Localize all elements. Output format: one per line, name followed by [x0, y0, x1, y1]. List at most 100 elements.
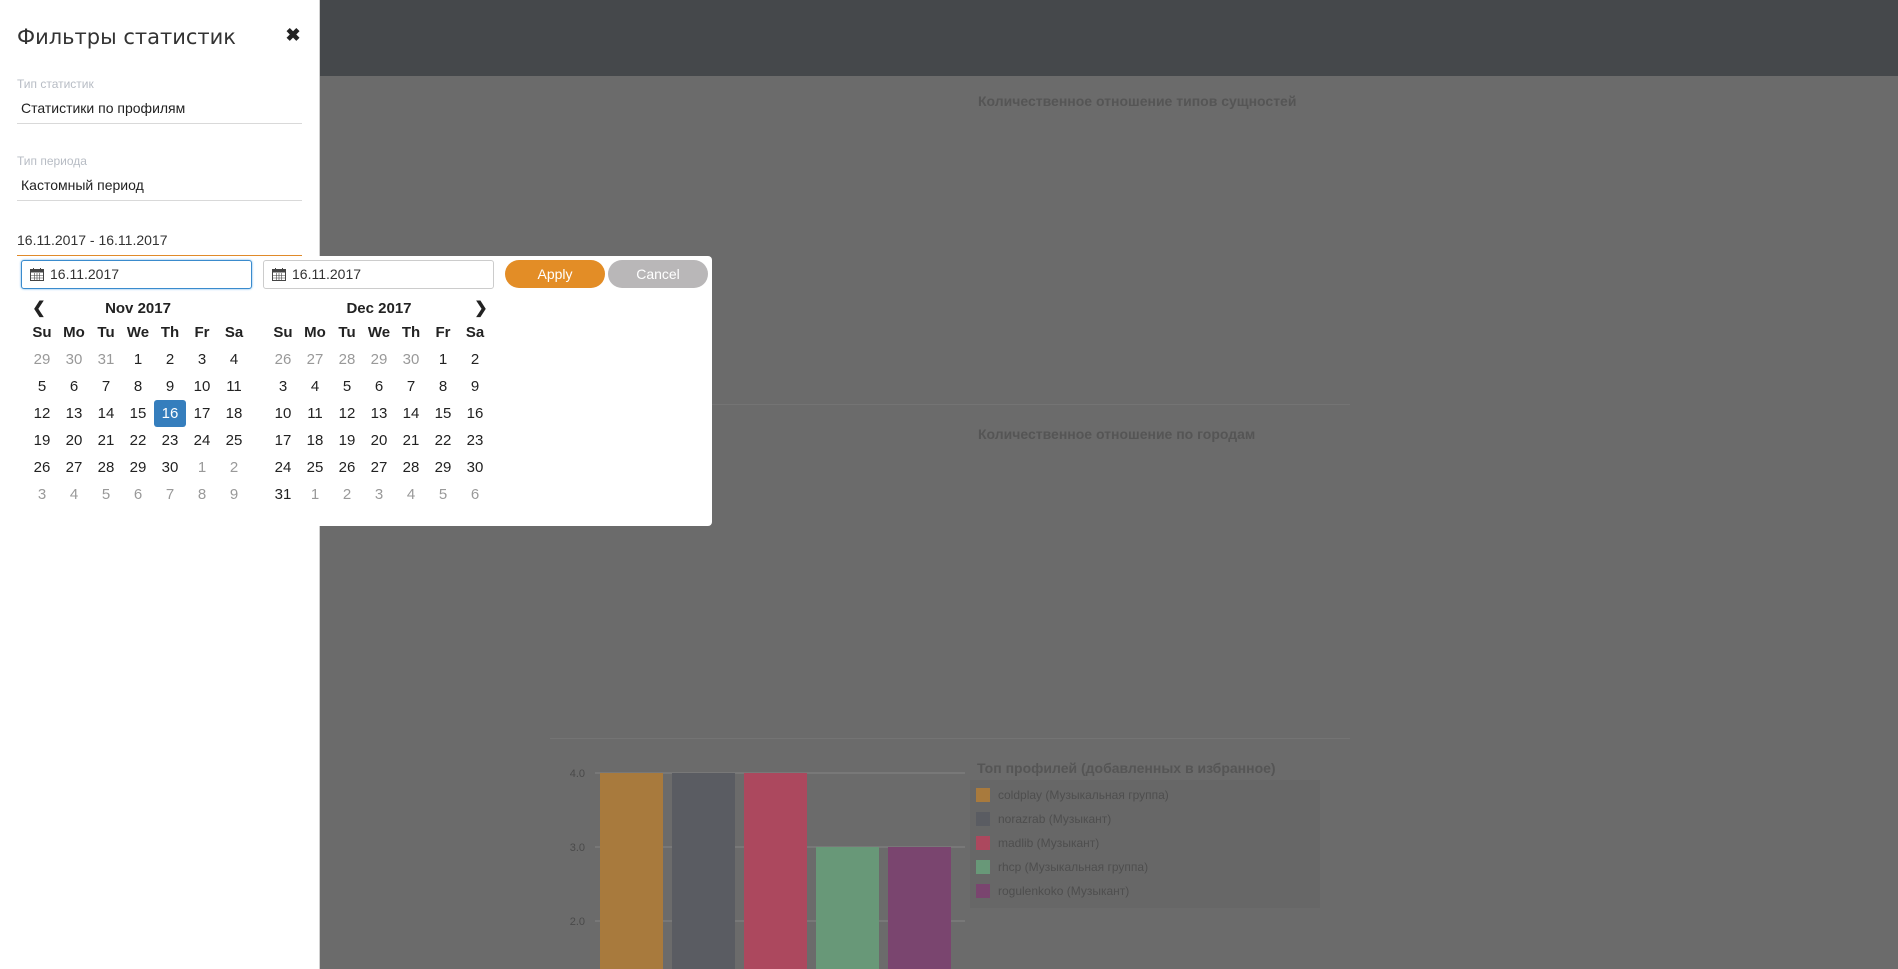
calendar-day[interactable]: 7 [154, 481, 186, 508]
calendar-day[interactable]: 1 [299, 481, 331, 508]
calendar-day[interactable]: 10 [267, 400, 299, 427]
apply-button[interactable]: Apply [505, 260, 605, 288]
calendar-day[interactable]: 31 [267, 481, 299, 508]
calendar-day[interactable]: 15 [122, 400, 154, 427]
calendar-day[interactable]: 18 [218, 400, 250, 427]
calendar-day[interactable]: 7 [395, 373, 427, 400]
calendar-day[interactable]: 2 [331, 481, 363, 508]
calendar-day[interactable]: 13 [58, 400, 90, 427]
calendar-day[interactable]: 5 [427, 481, 459, 508]
bar[interactable] [816, 847, 879, 969]
bar[interactable] [600, 773, 663, 969]
calendar-day[interactable]: 2 [218, 454, 250, 481]
calendar-day[interactable]: 15 [427, 400, 459, 427]
calendar-day[interactable]: 29 [363, 346, 395, 373]
stat-type-select[interactable]: Статистики по профилям [17, 96, 302, 124]
calendar-day[interactable]: 3 [26, 481, 58, 508]
calendar-day[interactable]: 14 [395, 400, 427, 427]
calendar-day[interactable]: 9 [218, 481, 250, 508]
calendar-day[interactable]: 22 [427, 427, 459, 454]
calendar-day[interactable]: 12 [26, 400, 58, 427]
bar[interactable] [744, 773, 807, 969]
calendar-day[interactable]: 4 [299, 373, 331, 400]
calendar-day[interactable]: 26 [26, 454, 58, 481]
calendar-day[interactable]: 8 [186, 481, 218, 508]
calendar-day[interactable]: 4 [218, 346, 250, 373]
prev-month-icon[interactable]: ❮ [29, 298, 49, 320]
legend-item[interactable]: madlib (Музыкант) [976, 834, 1099, 852]
calendar-day[interactable]: 13 [363, 400, 395, 427]
calendar-day[interactable]: 20 [58, 427, 90, 454]
calendar-day[interactable]: 23 [459, 427, 491, 454]
calendar-day[interactable]: 7 [90, 373, 122, 400]
calendar-day[interactable]: 27 [363, 454, 395, 481]
calendar-day[interactable]: 26 [267, 346, 299, 373]
calendar-day[interactable]: 28 [331, 346, 363, 373]
cancel-button[interactable]: Cancel [608, 260, 708, 288]
legend-item[interactable]: rhcp (Музыкальная группа) [976, 858, 1148, 876]
start-date-input[interactable]: 16.11.2017 [21, 260, 252, 289]
calendar-day[interactable]: 23 [154, 427, 186, 454]
calendar-day[interactable]: 22 [122, 427, 154, 454]
calendar-day[interactable]: 19 [26, 427, 58, 454]
calendar-day[interactable]: 11 [299, 400, 331, 427]
calendar-day[interactable]: 30 [395, 346, 427, 373]
calendar-day[interactable]: 29 [427, 454, 459, 481]
calendar-day[interactable]: 16 [459, 400, 491, 427]
calendar-day[interactable]: 4 [395, 481, 427, 508]
bar[interactable] [672, 773, 735, 969]
calendar-day[interactable]: 30 [58, 346, 90, 373]
calendar-day[interactable]: 8 [122, 373, 154, 400]
calendar-day[interactable]: 30 [459, 454, 491, 481]
calendar-day[interactable]: 1 [186, 454, 218, 481]
close-icon[interactable]: ✖ [284, 26, 302, 44]
calendar-day[interactable]: 2 [459, 346, 491, 373]
calendar-day[interactable]: 5 [26, 373, 58, 400]
calendar-day[interactable]: 29 [122, 454, 154, 481]
calendar-day[interactable]: 25 [218, 427, 250, 454]
calendar-day[interactable]: 2 [154, 346, 186, 373]
calendar-day[interactable]: 24 [267, 454, 299, 481]
calendar-day[interactable]: 19 [331, 427, 363, 454]
calendar-day[interactable]: 18 [299, 427, 331, 454]
calendar-day[interactable]: 1 [122, 346, 154, 373]
calendar-day[interactable]: 17 [186, 400, 218, 427]
calendar-day[interactable]: 6 [58, 373, 90, 400]
calendar-day-selected[interactable]: 16 [154, 400, 186, 427]
calendar-day[interactable]: 24 [186, 427, 218, 454]
calendar-day[interactable]: 8 [427, 373, 459, 400]
next-month-icon[interactable]: ❯ [471, 298, 491, 320]
calendar-day[interactable]: 9 [459, 373, 491, 400]
calendar-day[interactable]: 6 [122, 481, 154, 508]
calendar-day[interactable]: 6 [363, 373, 395, 400]
calendar-day[interactable]: 27 [58, 454, 90, 481]
calendar-day[interactable]: 3 [186, 346, 218, 373]
end-date-input[interactable]: 16.11.2017 [263, 260, 494, 289]
calendar-day[interactable]: 26 [331, 454, 363, 481]
calendar-day[interactable]: 25 [299, 454, 331, 481]
bar[interactable] [888, 847, 951, 969]
calendar-day[interactable]: 20 [363, 427, 395, 454]
calendar-day[interactable]: 6 [459, 481, 491, 508]
calendar-day[interactable]: 9 [154, 373, 186, 400]
calendar-day[interactable]: 11 [218, 373, 250, 400]
calendar-day[interactable]: 5 [90, 481, 122, 508]
legend-item[interactable]: norazrab (Музыкант) [976, 810, 1111, 828]
legend-item[interactable]: rogulenkoko (Музыкант) [976, 882, 1129, 900]
calendar-day[interactable]: 3 [267, 373, 299, 400]
calendar-day[interactable]: 27 [299, 346, 331, 373]
date-range-input[interactable]: 16.11.2017 - 16.11.2017 [17, 230, 302, 256]
calendar-day[interactable]: 1 [427, 346, 459, 373]
calendar-day[interactable]: 21 [90, 427, 122, 454]
calendar-day[interactable]: 30 [154, 454, 186, 481]
calendar-day[interactable]: 10 [186, 373, 218, 400]
calendar-day[interactable]: 17 [267, 427, 299, 454]
legend-item[interactable]: coldplay (Музыкальная группа) [976, 786, 1169, 804]
calendar-day[interactable]: 21 [395, 427, 427, 454]
calendar-day[interactable]: 28 [395, 454, 427, 481]
calendar-day[interactable]: 5 [331, 373, 363, 400]
calendar-day[interactable]: 4 [58, 481, 90, 508]
calendar-day[interactable]: 14 [90, 400, 122, 427]
calendar-day[interactable]: 28 [90, 454, 122, 481]
calendar-day[interactable]: 12 [331, 400, 363, 427]
